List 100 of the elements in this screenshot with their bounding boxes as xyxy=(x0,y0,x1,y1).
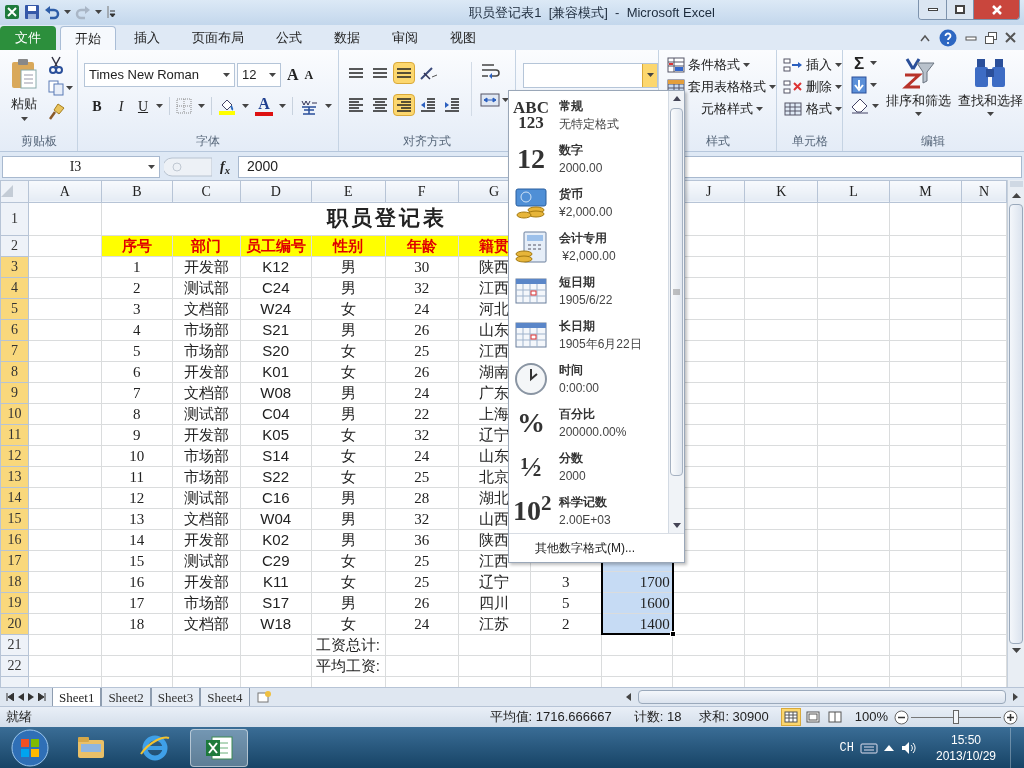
table-cell: 广东 xyxy=(479,383,510,401)
table-cell: 河北 xyxy=(479,299,510,317)
table-cell: 男 xyxy=(340,383,356,401)
table-cell: K12 xyxy=(262,257,290,275)
status-count: 计数: 18 xyxy=(633,708,682,727)
window-title: 职员登记表1 [兼容模式] - Microsoft Excel xyxy=(469,3,715,22)
table-cell: 湖北 xyxy=(479,488,510,506)
column-heading: 籍贯 xyxy=(479,237,510,254)
table-title: 职员登记表 xyxy=(327,206,448,231)
table-cell: 山东 xyxy=(479,446,510,464)
table-cell: 5 xyxy=(561,594,570,611)
table-cell: 30 xyxy=(414,258,430,275)
table-cell: 17 xyxy=(129,594,145,611)
table-cell: 24 xyxy=(414,615,430,632)
table-cell: 9 xyxy=(133,426,141,443)
table-cell: 工资总计: xyxy=(315,635,380,653)
table-cell: 江西 xyxy=(479,278,510,296)
format-glyph-icon: 12 xyxy=(513,145,549,173)
table-cell: 男 xyxy=(340,320,356,338)
table-cell: 6 xyxy=(133,363,141,380)
table-cell: 11 xyxy=(129,468,145,485)
table-cell: 10 xyxy=(129,447,145,464)
table-cell: 25 xyxy=(414,552,430,569)
table-cell: 辽宁 xyxy=(479,572,510,590)
table-cell: 7 xyxy=(133,384,141,401)
table-cell: 女 xyxy=(340,467,356,485)
table-cell: 女 xyxy=(340,299,356,317)
table-cell: K11 xyxy=(262,572,289,590)
table-cell: 市场部 xyxy=(183,320,229,338)
table-cell: 测试部 xyxy=(183,488,229,506)
table-cell: S21 xyxy=(262,320,290,338)
table-cell: 文档部 xyxy=(183,383,229,401)
table-cell: 辽宁 xyxy=(479,425,510,443)
table-cell: 18 xyxy=(129,615,145,632)
table-cell: 8 xyxy=(133,405,141,422)
table-cell: 开发部 xyxy=(183,425,229,443)
table-cell: 男 xyxy=(340,257,356,275)
table-cell: W08 xyxy=(260,383,292,401)
table-cell: S22 xyxy=(262,467,290,485)
table-cell: 市场部 xyxy=(183,593,229,611)
table-cell: 文档部 xyxy=(183,614,229,632)
table-cell: 陕西 xyxy=(479,530,510,548)
table-cell: C16 xyxy=(261,488,290,506)
table-cell: S14 xyxy=(262,446,290,464)
table-cell: 江苏 xyxy=(479,614,510,632)
table-cell: 江西 xyxy=(479,551,510,569)
table-cell: 女 xyxy=(340,425,356,443)
table-cell: 女 xyxy=(340,614,356,632)
table-cell: 女 xyxy=(340,551,356,569)
group-label: 单元格 xyxy=(791,133,828,151)
table-cell: C04 xyxy=(261,404,290,422)
format-glyph-icon: % xyxy=(513,409,549,437)
table-cell: 开发部 xyxy=(183,362,229,380)
table-cell: 女 xyxy=(340,572,356,590)
table-cell: 32 xyxy=(414,510,430,527)
table-cell: 26 xyxy=(414,594,430,611)
group-label: 编辑 xyxy=(921,133,945,151)
format-glyph-icon: ½ xyxy=(513,453,549,481)
table-cell: 测试部 xyxy=(183,278,229,296)
status-text: 就绪 xyxy=(6,708,32,727)
table-cell: 测试部 xyxy=(183,404,229,422)
table-cell: 四川 xyxy=(479,593,510,611)
table-cell: 山东 xyxy=(479,320,510,338)
table-cell: K01 xyxy=(262,362,290,380)
group-label: 样式 xyxy=(705,133,730,151)
table-cell: 14 xyxy=(129,531,145,548)
status-sum: 求和: 30900 xyxy=(699,708,769,727)
table-cell: 开发部 xyxy=(183,530,229,548)
group-label: 剪贴板 xyxy=(20,133,57,151)
table-cell: 女 xyxy=(340,362,356,380)
table-cell: 22 xyxy=(414,405,430,422)
table-cell: 女 xyxy=(340,341,356,359)
column-heading: 序号 xyxy=(121,237,152,254)
table-cell: C29 xyxy=(261,551,290,569)
group-label: 对齐方式 xyxy=(403,133,451,151)
column-heading: 部门 xyxy=(191,237,222,254)
table-cell: 平均工资: xyxy=(315,656,380,674)
table-cell: 3 xyxy=(133,300,141,317)
table-cell: 北京 xyxy=(479,467,510,485)
format-glyph-icon: 10$^{2}$ xyxy=(513,497,549,525)
table-cell: 24 xyxy=(414,300,430,317)
table-cell: 2 xyxy=(561,615,570,632)
table-cell: 3 xyxy=(561,573,570,590)
table-cell: 26 xyxy=(414,321,430,338)
table-cell: 5 xyxy=(133,342,141,359)
table-cell: 陕西 xyxy=(479,257,510,275)
table-cell: 4 xyxy=(133,321,141,338)
table-cell: W24 xyxy=(260,299,292,317)
table-cell: 32 xyxy=(414,426,430,443)
table-cell: 36 xyxy=(414,531,430,548)
table-cell: 女 xyxy=(340,446,356,464)
table-cell: 男 xyxy=(340,488,356,506)
table-cell: 测试部 xyxy=(183,551,229,569)
table-cell: 开发部 xyxy=(183,257,229,275)
table-cell: 湖南 xyxy=(479,362,510,380)
table-cell: 江西 xyxy=(479,341,510,359)
table-cell: 13 xyxy=(129,510,145,527)
table-cell: 24 xyxy=(414,447,430,464)
table-cell: 文档部 xyxy=(183,299,229,317)
table-cell: 开发部 xyxy=(183,572,229,590)
